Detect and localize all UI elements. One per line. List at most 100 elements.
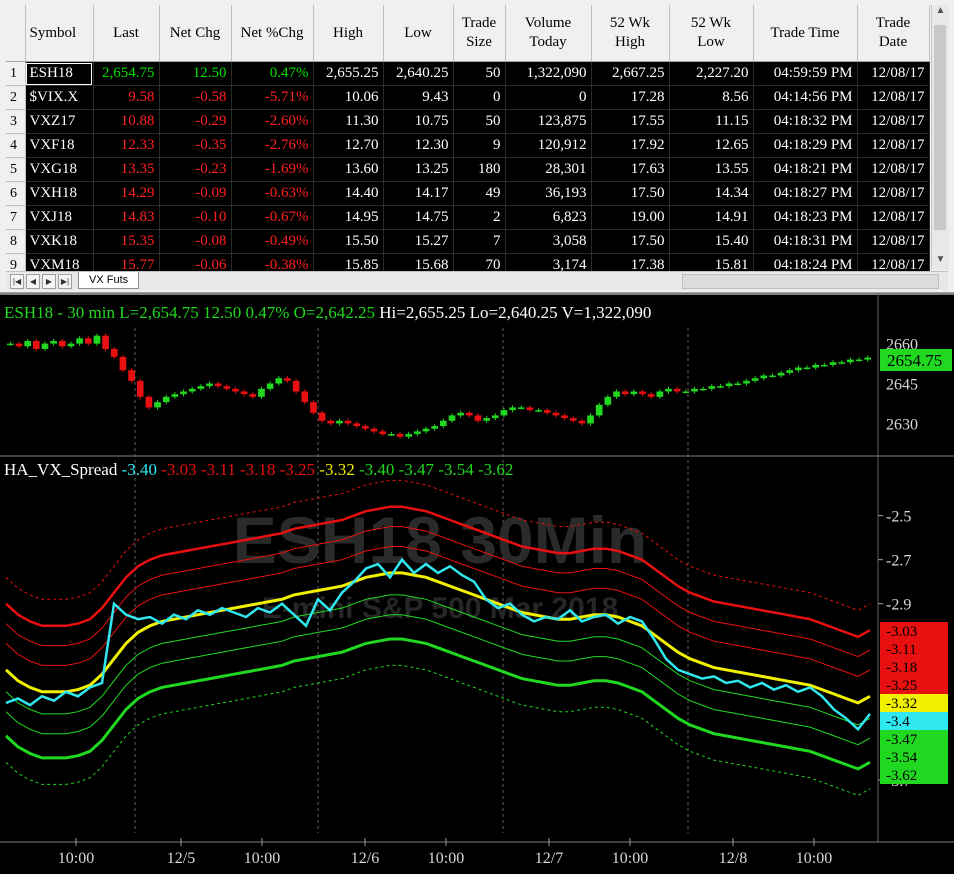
cell-date[interactable]: 12/08/17 [857, 133, 930, 158]
col-header-52wk-high[interactable]: 52 Wk High [591, 5, 670, 62]
cell-wk52-high[interactable]: 17.50 [591, 181, 670, 206]
cell-time[interactable]: 04:18:23 PM [753, 205, 858, 230]
cell-high[interactable]: 12.70 [313, 133, 384, 158]
cell-last[interactable]: 13.35 [93, 157, 160, 182]
col-header-trade-size[interactable]: Trade Size [453, 5, 506, 62]
table-row[interactable]: 5 VXG18 13.35 -0.23 -1.69% 13.60 13.25 180 28,30… [6, 157, 930, 182]
cell-low[interactable]: 9.43 [383, 85, 454, 110]
col-header-high[interactable]: High [313, 5, 384, 62]
cell-wk52-high[interactable]: 17.92 [591, 133, 670, 158]
first-icon[interactable]: |◀ [10, 274, 24, 289]
cell-date[interactable]: 12/08/17 [857, 61, 930, 86]
col-header-52wk-low[interactable]: 52 Wk Low [669, 5, 754, 62]
cell-date[interactable]: 12/08/17 [857, 109, 930, 134]
corner-cell[interactable] [6, 5, 26, 62]
cell-symbol[interactable]: VXJ18 [25, 205, 94, 230]
table-row[interactable]: 1 ESH18 2,654.75 12.50 0.47% 2,655.25 2,640.25… [6, 61, 930, 86]
cell-wk52-low[interactable]: 13.55 [669, 157, 754, 182]
cell-wk52-high[interactable]: 17.55 [591, 109, 670, 134]
cell-size[interactable]: 0 [453, 85, 506, 110]
row-number[interactable]: 3 [6, 109, 26, 134]
cell-pct-chg[interactable]: 0.47% [231, 61, 314, 86]
scroll-thumb[interactable] [934, 25, 946, 230]
horizontal-scrollbar[interactable] [682, 274, 939, 289]
col-header-last[interactable]: Last [93, 5, 160, 62]
cell-symbol[interactable]: VXG18 [25, 157, 94, 182]
row-number[interactable]: 6 [6, 181, 26, 206]
cell-symbol[interactable]: VXF18 [25, 133, 94, 158]
cell-wk52-high[interactable]: 17.63 [591, 157, 670, 182]
cell-volume[interactable]: 1,322,090 [505, 61, 592, 86]
cell-symbol[interactable]: VXZ17 [25, 109, 94, 134]
cell-volume[interactable]: 123,875 [505, 109, 592, 134]
cell-wk52-low[interactable]: 2,227.20 [669, 61, 754, 86]
cell-volume[interactable]: 3,058 [505, 229, 592, 254]
cell-symbol[interactable]: VXK18 [25, 229, 94, 254]
col-header-trade-time[interactable]: Trade Time [753, 5, 858, 62]
cell-time[interactable]: 04:18:21 PM [753, 157, 858, 182]
cell-last[interactable]: 15.35 [93, 229, 160, 254]
cell-pct-chg[interactable]: -0.63% [231, 181, 314, 206]
cell-time[interactable]: 04:18:27 PM [753, 181, 858, 206]
cell-high[interactable]: 10.06 [313, 85, 384, 110]
table-row[interactable]: 6 VXH18 14.29 -0.09 -0.63% 14.40 14.17 49 36,193… [6, 181, 930, 206]
table-row[interactable]: 7 VXJ18 14.83 -0.10 -0.67% 14.95 14.75 2 6,823 19… [6, 205, 930, 230]
cell-date[interactable]: 12/08/17 [857, 181, 930, 206]
cell-last[interactable]: 2,654.75 [93, 61, 160, 86]
cell-wk52-high[interactable]: 17.50 [591, 229, 670, 254]
cell-size[interactable]: 50 [453, 109, 506, 134]
cell-date[interactable]: 12/08/17 [857, 85, 930, 110]
cell-symbol[interactable]: $VIX.X [25, 85, 94, 110]
cell-pct-chg[interactable]: -1.69% [231, 157, 314, 182]
cell-time[interactable]: 04:18:29 PM [753, 133, 858, 158]
cell-net-chg[interactable]: -0.10 [159, 205, 232, 230]
cell-size[interactable]: 180 [453, 157, 506, 182]
chart-panel[interactable]: 2660264526302654.75ESH18 - 30 min L=2,65… [0, 293, 954, 874]
cell-size[interactable]: 9 [453, 133, 506, 158]
cell-size[interactable]: 49 [453, 181, 506, 206]
cell-volume[interactable]: 28,301 [505, 157, 592, 182]
cell-symbol[interactable]: ESH18 [25, 61, 94, 86]
cell-low[interactable]: 14.75 [383, 205, 454, 230]
row-number[interactable]: 7 [6, 205, 26, 230]
cell-pct-chg[interactable]: -2.60% [231, 109, 314, 134]
cell-net-chg[interactable]: -0.09 [159, 181, 232, 206]
cell-wk52-low[interactable]: 11.15 [669, 109, 754, 134]
table-row[interactable]: 8 VXK18 15.35 -0.08 -0.49% 15.50 15.27 7 3,058 17… [6, 229, 930, 254]
scroll-down-icon[interactable]: ▼ [932, 254, 949, 270]
cell-high[interactable]: 14.95 [313, 205, 384, 230]
row-number[interactable]: 5 [6, 157, 26, 182]
cell-pct-chg[interactable]: -0.49% [231, 229, 314, 254]
col-header-trade-date[interactable]: Trade Date [857, 5, 930, 62]
cell-high[interactable]: 14.40 [313, 181, 384, 206]
cell-low[interactable]: 2,640.25 [383, 61, 454, 86]
cell-last[interactable]: 10.88 [93, 109, 160, 134]
tab-vx-futs[interactable]: VX Futs [78, 272, 140, 289]
cell-wk52-low[interactable]: 8.56 [669, 85, 754, 110]
last-icon[interactable]: ▶| [58, 274, 72, 289]
cell-time[interactable]: 04:14:56 PM [753, 85, 858, 110]
cell-time[interactable]: 04:18:31 PM [753, 229, 858, 254]
table-row[interactable]: 4 VXF18 12.33 -0.35 -2.76% 12.70 12.30 9 120,912… [6, 133, 930, 158]
cell-low[interactable]: 14.17 [383, 181, 454, 206]
cell-high[interactable]: 13.60 [313, 157, 384, 182]
cell-pct-chg[interactable]: -5.71% [231, 85, 314, 110]
row-number[interactable]: 1 [6, 61, 26, 86]
cell-date[interactable]: 12/08/17 [857, 205, 930, 230]
cell-high[interactable]: 2,655.25 [313, 61, 384, 86]
cell-wk52-high[interactable]: 19.00 [591, 205, 670, 230]
cell-net-chg[interactable]: 12.50 [159, 61, 232, 86]
cell-size[interactable]: 7 [453, 229, 506, 254]
cell-symbol[interactable]: VXH18 [25, 181, 94, 206]
cell-high[interactable]: 11.30 [313, 109, 384, 134]
cell-net-chg[interactable]: -0.35 [159, 133, 232, 158]
row-number[interactable]: 2 [6, 85, 26, 110]
cell-net-chg[interactable]: -0.08 [159, 229, 232, 254]
cell-low[interactable]: 12.30 [383, 133, 454, 158]
cell-low[interactable]: 15.27 [383, 229, 454, 254]
scroll-up-icon[interactable]: ▲ [932, 5, 949, 21]
cell-volume[interactable]: 6,823 [505, 205, 592, 230]
cell-time[interactable]: 04:59:59 PM [753, 61, 858, 86]
table-row[interactable]: 3 VXZ17 10.88 -0.29 -2.60% 11.30 10.75 50 123,87… [6, 109, 930, 134]
cell-net-chg[interactable]: -0.23 [159, 157, 232, 182]
